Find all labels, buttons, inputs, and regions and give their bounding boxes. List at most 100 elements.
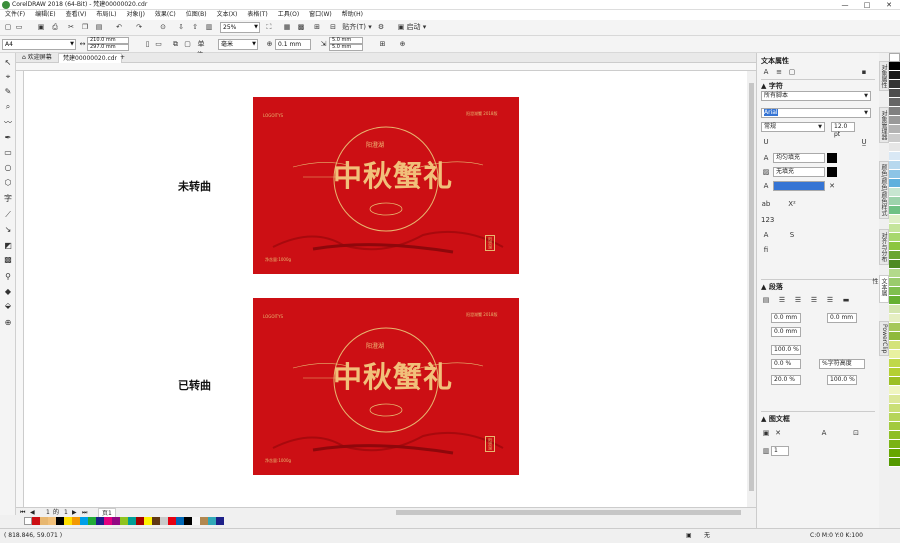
font-size-field[interactable]: 12.0 pt [831, 122, 855, 138]
current-page-icon[interactable]: ▢ [183, 39, 192, 50]
minimize-button[interactable]: — [834, 0, 856, 10]
copy-icon[interactable]: ❐ [80, 22, 90, 33]
options-icon[interactable]: ▪ [859, 67, 869, 77]
swatch[interactable] [200, 517, 208, 525]
section-frame[interactable]: ▲ 图文框 [761, 414, 790, 424]
swatch[interactable] [889, 152, 900, 161]
nudge-distance-field[interactable]: 0.1 mm [275, 39, 311, 50]
first-line-indent-field[interactable]: 0.0 mm [771, 327, 801, 337]
dup-x-field[interactable]: 5.0 mm [329, 37, 363, 44]
swatch[interactable] [889, 377, 900, 386]
vertical-text-icon[interactable]: A [819, 428, 829, 438]
menu-object[interactable]: 对象(J) [121, 10, 149, 20]
swatch[interactable] [889, 296, 900, 305]
swatch[interactable] [216, 517, 224, 525]
script-select[interactable]: 所有脚本 ▼ [761, 91, 871, 101]
swatch[interactable] [104, 517, 112, 525]
alignment-icon[interactable]: ⊟ [328, 22, 338, 33]
section-character[interactable]: ▲ 字符 [761, 81, 783, 91]
scroll-thumb[interactable] [749, 83, 754, 491]
units-select[interactable]: 毫米 ▼ [218, 39, 258, 50]
swatch[interactable] [889, 440, 900, 449]
swatch[interactable] [889, 341, 900, 350]
swatch[interactable] [80, 517, 88, 525]
frame-fill-icon[interactable]: ▣ [761, 428, 771, 438]
text-tool-icon[interactable]: 字 [2, 193, 14, 204]
prev-page-icon[interactable]: ◀ [30, 508, 35, 517]
guides-icon[interactable]: ⊞ [312, 22, 322, 33]
page-height-field[interactable]: 297.0 mm [87, 44, 129, 51]
swatch[interactable] [889, 350, 900, 359]
swatch[interactable] [889, 269, 900, 278]
section-paragraph[interactable]: ▲ 段落 [761, 282, 783, 292]
menu-layout[interactable]: 布局(L) [91, 10, 121, 20]
outline-color-swatch[interactable]: ✕ [827, 181, 837, 191]
pick-tool-icon[interactable]: ↖ [2, 57, 14, 68]
swatch[interactable] [889, 422, 900, 431]
align-center-icon[interactable]: ☰ [793, 295, 803, 305]
swatch[interactable] [889, 89, 900, 98]
swatch[interactable] [889, 62, 900, 71]
spacing-unit-select[interactable]: %字符高度 [819, 359, 865, 369]
tab-color-styles[interactable]: 颜色/颜色/颜色样式 [879, 161, 889, 220]
para-tab-icon[interactable]: ≡ [774, 67, 784, 77]
align-none-icon[interactable]: ▤ [761, 295, 771, 305]
rectangle-tool-icon[interactable]: ▭ [2, 147, 14, 158]
cut-icon[interactable]: ✂ [66, 22, 76, 33]
launch-button[interactable]: ▣ 启动 ▾ [392, 22, 432, 33]
polygon-tool-icon[interactable]: ⬡ [2, 177, 14, 188]
swatch[interactable] [889, 179, 900, 188]
open-icon[interactable]: ▭ [14, 22, 24, 33]
underline-style-icon[interactable]: U̲ [859, 137, 869, 147]
swatch-none[interactable] [24, 517, 32, 525]
swatch[interactable] [144, 517, 152, 525]
swatch[interactable] [889, 314, 900, 323]
swatch[interactable] [889, 278, 900, 287]
stylistic-icon[interactable]: S [787, 230, 797, 240]
fill-type-select[interactable]: 均匀填充 [773, 153, 825, 163]
char-tab-icon[interactable]: A [761, 67, 771, 77]
swatch[interactable] [889, 404, 900, 413]
landscape-icon[interactable]: ▭ [154, 39, 163, 50]
swatch[interactable] [889, 197, 900, 206]
swatch[interactable] [208, 517, 216, 525]
bg-fill-select[interactable]: 无填充 [773, 167, 825, 177]
print-icon[interactable]: ⎙ [50, 22, 60, 33]
search-icon[interactable]: ⊙ [158, 22, 168, 33]
swatch[interactable] [889, 287, 900, 296]
align-justify-icon[interactable]: ☰ [825, 295, 835, 305]
swatch[interactable] [889, 242, 900, 251]
swatch[interactable] [889, 368, 900, 377]
dup-y-field[interactable]: 5.0 mm [329, 44, 363, 51]
mooncake-artwork-top[interactable]: LOGOITYS 阳澄湖蟹 2018版 阳澄湖 中秋蟹礼 阳澄湖 净含量:100… [253, 97, 519, 274]
add-tool-icon[interactable]: ⊕ [2, 317, 14, 328]
force-justify-icon[interactable]: ▬ [841, 295, 851, 305]
swatch[interactable] [112, 517, 120, 525]
interactive-fill-icon[interactable]: ◆ [2, 286, 14, 297]
smart-fill-icon[interactable]: ⬙ [2, 300, 14, 311]
swatch[interactable] [889, 413, 900, 422]
menu-text[interactable]: 文本(X) [212, 10, 243, 20]
bg-color-swatch[interactable] [827, 167, 837, 177]
rulers-icon[interactable]: ▦ [282, 22, 292, 33]
swatch[interactable] [64, 517, 72, 525]
last-page-icon[interactable]: ⏭ [82, 508, 87, 517]
swatch[interactable] [889, 323, 900, 332]
transparency-icon[interactable]: ▩ [2, 254, 14, 265]
all-pages-icon[interactable]: ⧉ [171, 39, 180, 50]
fill-indicator-icon[interactable]: ▣ [686, 529, 692, 543]
swatch[interactable] [889, 233, 900, 242]
export-icon[interactable]: ⇧ [190, 22, 200, 33]
maximize-button[interactable]: □ [856, 0, 878, 10]
mooncake-artwork-bottom[interactable]: LOGOITYS 阳澄湖蟹 2018版 阳澄湖 中秋蟹礼 阳澄湖 净含量:100… [253, 298, 519, 475]
swatch[interactable] [56, 517, 64, 525]
contextual-icon[interactable]: A [761, 230, 771, 240]
fill-color-swatch[interactable] [827, 153, 837, 163]
new-icon[interactable]: ▢ [3, 22, 13, 33]
drawing-canvas[interactable]: 未转曲 已转曲 LOGOITYS 阳澄湖蟹 2018版 阳澄湖 中秋蟹礼 阳澄湖… [24, 71, 747, 507]
indent-left-field[interactable]: 0.0 mm [771, 313, 801, 323]
swatch[interactable] [889, 251, 900, 260]
tab-welcome[interactable]: ⌂ 欢迎屏幕 [18, 53, 56, 63]
shape-tool-icon[interactable]: ⌖ [2, 71, 14, 82]
swatch[interactable] [889, 170, 900, 179]
